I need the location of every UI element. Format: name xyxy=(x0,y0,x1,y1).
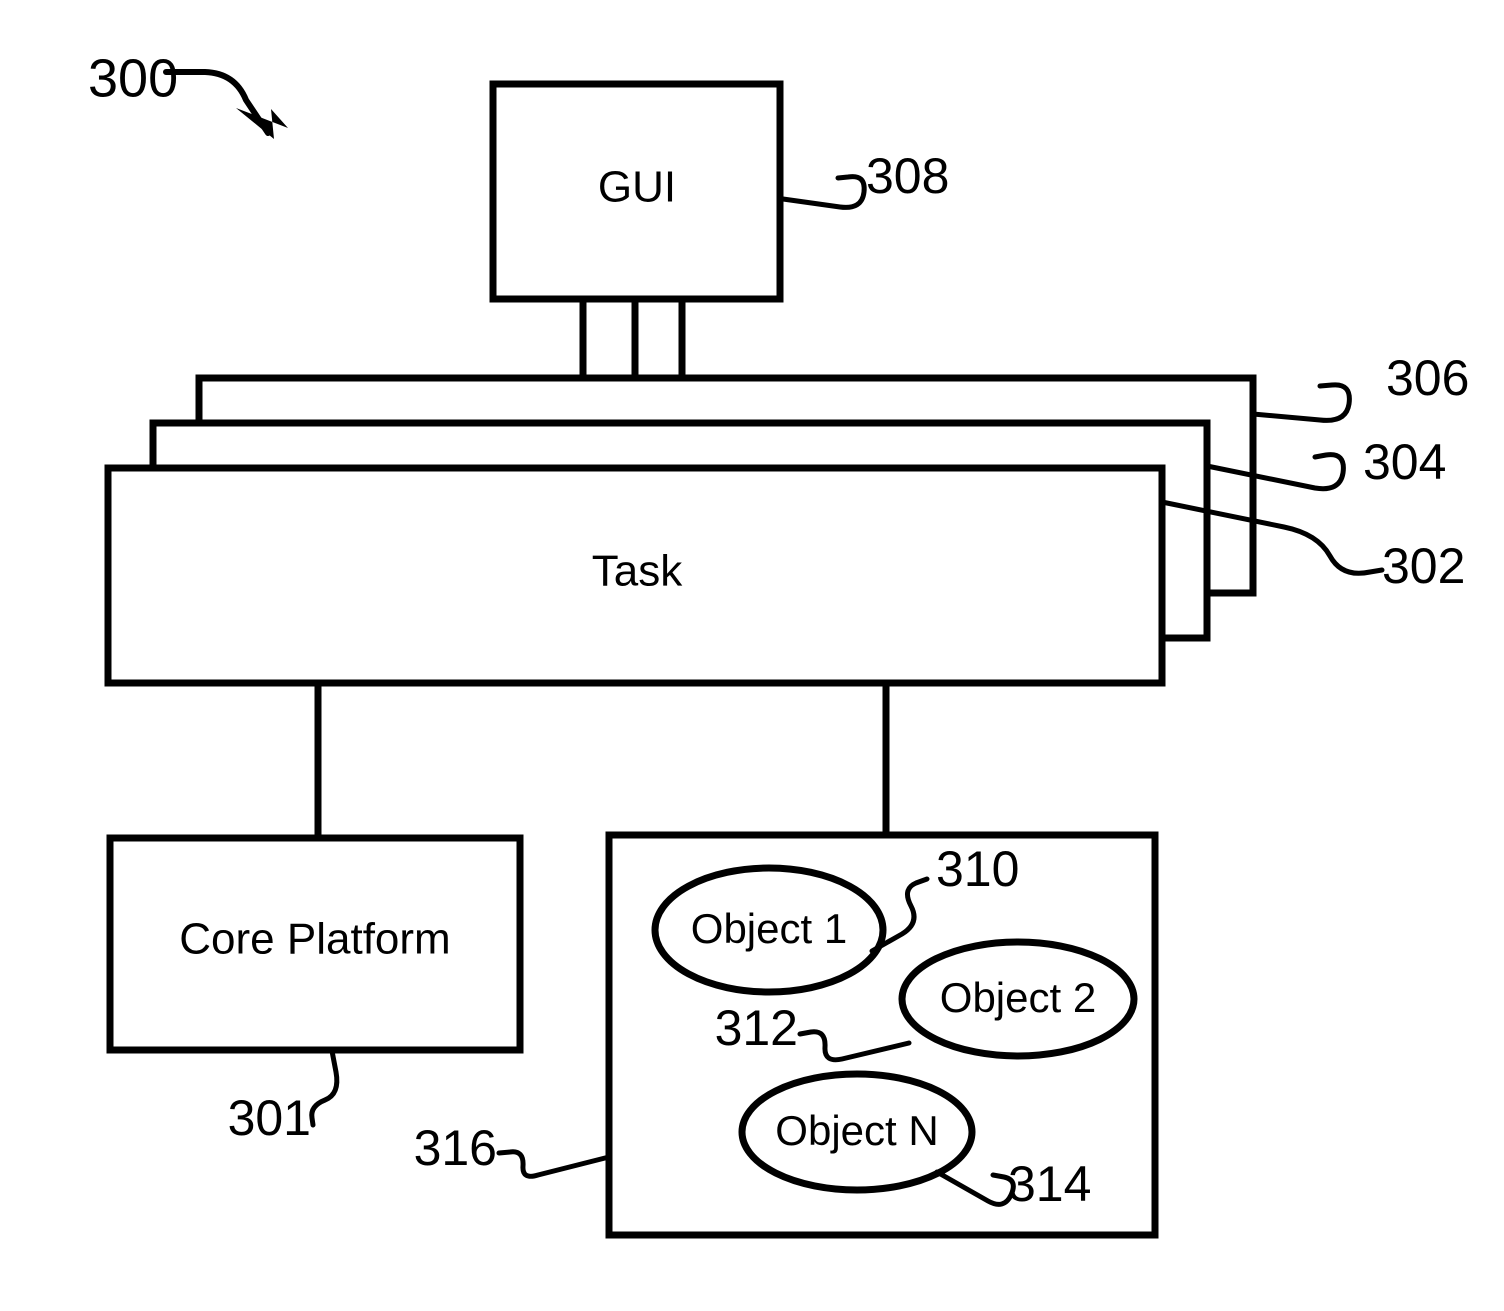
gui-ref-leader xyxy=(780,174,867,210)
core-platform-ref-leader xyxy=(309,1048,340,1128)
task-box-label: Task xyxy=(592,547,683,596)
figure-number-arrowhead xyxy=(236,108,288,139)
object-n-ref-number: 314 xyxy=(1008,1156,1091,1212)
figure-number-label: 300 xyxy=(88,48,178,108)
core-platform-box-label: Core Platform xyxy=(179,915,450,964)
object-n-label: Object N xyxy=(775,1107,938,1154)
task-ref-number: 302 xyxy=(1382,538,1465,594)
layer-back-ref-leader xyxy=(1250,382,1352,423)
gui-ref-number: 308 xyxy=(866,148,949,204)
task-to-children-connectors xyxy=(314,683,890,838)
figure-number-leader xyxy=(163,69,271,136)
core-platform-block: Core Platform 301 xyxy=(106,834,524,1146)
object-2-ref-number: 312 xyxy=(715,1000,798,1056)
object-container-ref-leader xyxy=(496,1149,612,1179)
layer-middle-ref-number: 304 xyxy=(1363,434,1446,490)
object-1-ref-number: 310 xyxy=(936,841,1019,897)
patent-figure-300: 300 GUI 308 Task 306 304 302 Core Platfo… xyxy=(0,0,1504,1311)
layer-back-ref-number: 306 xyxy=(1386,350,1469,406)
gui-block: GUI 308 xyxy=(489,80,949,303)
figure-number-callout: 300 xyxy=(88,48,288,139)
figure-canvas: 300 GUI 308 Task 306 304 302 Core Platfo… xyxy=(88,48,1469,1239)
object-container-block: 316 Object 1 310 Object 2 312 Object N 3… xyxy=(414,831,1159,1239)
core-platform-ref-number: 301 xyxy=(228,1090,311,1146)
object-1-label: Object 1 xyxy=(691,905,847,952)
object-2-label: Object 2 xyxy=(940,974,1096,1021)
gui-box-label: GUI xyxy=(598,163,676,212)
task-layer-stack: Task xyxy=(104,374,1257,687)
object-container-ref-number: 316 xyxy=(414,1120,497,1176)
